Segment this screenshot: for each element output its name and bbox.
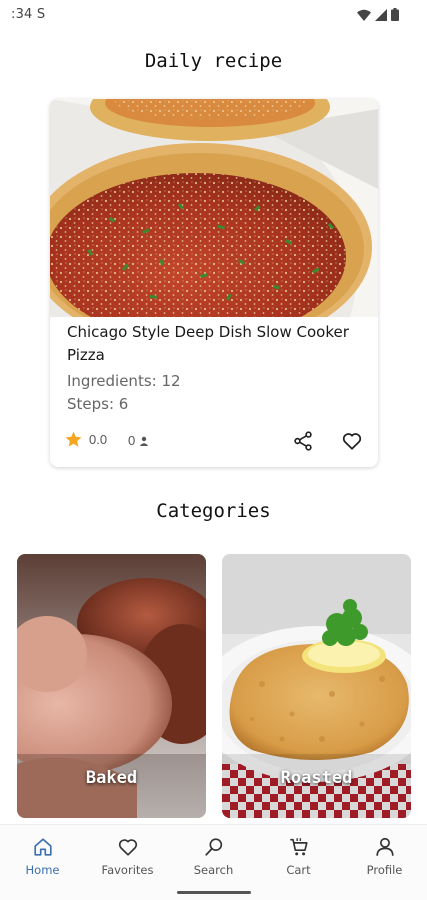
nav-item-favorites[interactable]: Favorites xyxy=(85,835,170,877)
rating: 0.0 xyxy=(64,430,107,449)
recipe-ingredients: Ingredients: 12 xyxy=(67,372,181,390)
people-count: 0 xyxy=(128,433,149,448)
nav-item-search[interactable]: Search xyxy=(171,835,256,877)
categories-title: Categories xyxy=(156,500,271,522)
recipe-steps: Steps: 6 xyxy=(67,395,129,413)
heart-icon xyxy=(342,433,362,450)
signal-icon xyxy=(375,8,387,21)
people-count-value: 0 xyxy=(128,433,136,448)
daily-recipe-card[interactable]: Chicago Style Deep Dish Slow Cooker Pizz… xyxy=(50,99,378,467)
person-icon xyxy=(375,837,394,856)
nav-label-profile: Profile xyxy=(366,863,403,877)
status-time: :34 S xyxy=(11,7,46,22)
category-label-roasted: Roasted xyxy=(280,768,353,788)
recipe-image[interactable] xyxy=(50,99,378,317)
category-card-roasted[interactable]: Roasted xyxy=(222,554,411,818)
nav-label-favorites: Favorites xyxy=(101,863,154,877)
person-small-icon xyxy=(140,436,149,446)
bottom-nav: Home Favorites Search Cart Profile xyxy=(0,824,427,900)
wifi-icon xyxy=(357,9,371,21)
status-bar: :34 S xyxy=(0,0,427,30)
home-icon xyxy=(33,838,52,856)
nav-item-home[interactable]: Home xyxy=(0,835,85,877)
home-indicator[interactable] xyxy=(177,891,251,894)
daily-recipe-title: Daily recipe xyxy=(144,50,283,72)
category-card-baked[interactable]: Baked xyxy=(17,554,206,818)
cart-icon xyxy=(289,838,308,856)
star-icon xyxy=(65,431,82,447)
share-button[interactable] xyxy=(291,429,315,453)
battery-icon xyxy=(391,8,399,21)
nav-label-home: Home xyxy=(25,863,60,877)
share-icon xyxy=(294,431,312,451)
nav-label-search: Search xyxy=(193,863,234,877)
heart-icon xyxy=(118,839,137,856)
category-label-baked: Baked xyxy=(85,768,138,788)
status-icons xyxy=(357,8,399,21)
recipe-name[interactable]: Chicago Style Deep Dish Slow Cooker Pizz… xyxy=(67,321,367,367)
nav-item-profile[interactable]: Profile xyxy=(342,835,427,877)
nav-label-cart: Cart xyxy=(286,863,311,877)
recipe-footer: 0.0 0 xyxy=(64,429,366,453)
search-icon xyxy=(204,838,222,856)
rating-value: 0.0 xyxy=(89,432,108,447)
favorite-button[interactable] xyxy=(340,429,364,453)
nav-item-cart[interactable]: Cart xyxy=(256,835,341,877)
